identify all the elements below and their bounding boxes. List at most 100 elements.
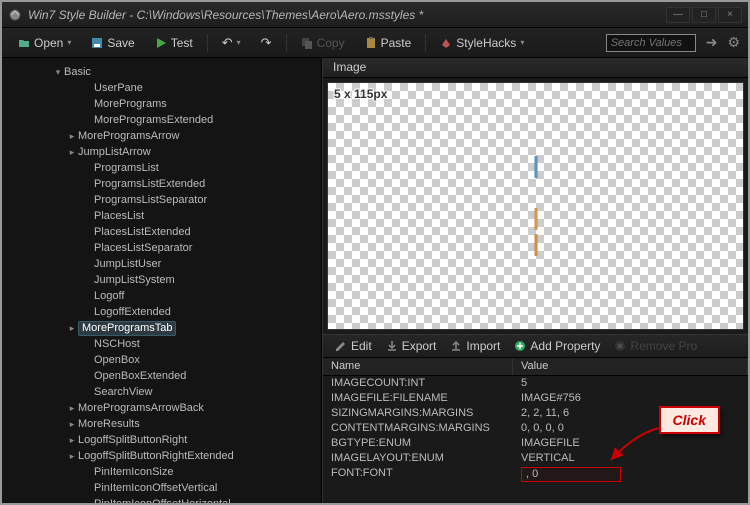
tree-item[interactable]: ▸MoreProgramsArrowBack [10, 400, 321, 416]
tree-item-label: MoreProgramsExtended [94, 112, 213, 128]
tree-item[interactable]: PlacesList [10, 208, 321, 224]
tree-item-label: PinItemIconSize [94, 464, 173, 480]
add-property-button[interactable]: Add Property [508, 337, 606, 355]
tree-item[interactable]: OpenBox [10, 352, 321, 368]
table-row[interactable]: IMAGECOUNT:INT5 [323, 376, 748, 391]
tree-item[interactable]: MoreProgramsExtended [10, 112, 321, 128]
save-button[interactable]: Save [83, 33, 142, 53]
tree-item[interactable]: LogoffExtended [10, 304, 321, 320]
table-row[interactable]: FONT:FONT, 0 [323, 466, 748, 481]
property-name: IMAGECOUNT:INT [323, 376, 513, 391]
close-button[interactable]: × [718, 7, 742, 23]
test-button[interactable]: Test [147, 33, 201, 53]
tree-item[interactable]: PinItemIconSize [10, 464, 321, 480]
column-name[interactable]: Name [323, 358, 513, 375]
property-value[interactable]: IMAGE#756 [513, 391, 748, 406]
property-name: FONT:FONT [323, 466, 513, 481]
tree-item-label: UserPane [94, 80, 143, 96]
column-value[interactable]: Value [513, 358, 748, 375]
copy-button[interactable]: Copy [293, 33, 353, 53]
search-input[interactable] [606, 34, 696, 52]
property-value[interactable]: , 0 [513, 466, 748, 481]
toolbar: Open▾ Save Test ↶▾ ↷ Copy Paste StyleHac… [2, 28, 748, 58]
image-canvas[interactable]: 5 x 115px [327, 82, 744, 330]
tree-item-label: MorePrograms [94, 96, 167, 112]
tree-item-label: JumpListArrow [78, 144, 151, 160]
table-row[interactable]: BGTYPE:ENUMIMAGEFILE [323, 436, 748, 451]
tree-item-label: PlacesListSeparator [94, 240, 192, 256]
minimize-button[interactable]: — [666, 7, 690, 23]
tree-item-label: LogoffSplitButtonRight [78, 432, 187, 448]
tree-item[interactable]: UserPane [10, 80, 321, 96]
tree-item[interactable]: ▸MoreResults [10, 416, 321, 432]
redo-button[interactable]: ↷ [253, 32, 280, 54]
tree-item-label: MoreResults [78, 416, 140, 432]
tree-panel: ▾BasicUserPaneMoreProgramsMoreProgramsEx… [2, 58, 322, 503]
titlebar: Win7 Style Builder - C:\Windows\Resource… [2, 2, 748, 28]
property-name: CONTENTMARGINS:MARGINS [323, 421, 513, 436]
tree-item[interactable]: ▸JumpListArrow [10, 144, 321, 160]
tree-item[interactable]: OpenBoxExtended [10, 368, 321, 384]
maximize-button[interactable]: □ [692, 7, 716, 23]
tree-item[interactable]: ▸MoreProgramsTab [10, 320, 321, 336]
tree-item[interactable]: NSCHost [10, 336, 321, 352]
chevron-right-icon[interactable]: ▸ [66, 432, 78, 448]
tree-item-label: MoreProgramsTab [78, 321, 176, 336]
property-value[interactable]: 5 [513, 376, 748, 391]
paste-button[interactable]: Paste [357, 33, 420, 53]
callout: Click [659, 406, 720, 434]
image-header: Image [323, 58, 748, 78]
chevron-right-icon[interactable]: ▸ [66, 416, 78, 432]
tree-item[interactable]: ▾Basic [10, 64, 321, 80]
chevron-right-icon[interactable]: ▸ [66, 400, 78, 416]
image-preview [534, 154, 537, 258]
edit-button[interactable]: Edit [329, 337, 378, 355]
tree-item-label: ProgramsListSeparator [94, 192, 207, 208]
chevron-right-icon[interactable]: ▸ [66, 128, 78, 144]
tree-item[interactable]: ▸LogoffSplitButtonRight [10, 432, 321, 448]
remove-property-button[interactable]: Remove Pro [608, 337, 703, 355]
chevron-right-icon[interactable]: ▸ [66, 448, 78, 464]
tree-item[interactable]: PlacesListSeparator [10, 240, 321, 256]
tree-item-label: SearchView [94, 384, 153, 400]
tree-item[interactable]: PlacesListExtended [10, 224, 321, 240]
chevron-right-icon[interactable]: ▸ [66, 144, 78, 160]
tree-item[interactable]: ProgramsList [10, 160, 321, 176]
property-name: IMAGELAYOUT:ENUM [323, 451, 513, 466]
window-title: Win7 Style Builder - C:\Windows\Resource… [28, 8, 666, 22]
tree-item-label: LogoffSplitButtonRightExtended [78, 448, 234, 464]
tree-item-label: Logoff [94, 288, 124, 304]
tree-item-label: PlacesListExtended [94, 224, 191, 240]
tree-item[interactable]: SearchView [10, 384, 321, 400]
tree-item-label: MoreProgramsArrowBack [78, 400, 204, 416]
search-go-icon[interactable]: ➜ [706, 34, 718, 51]
tree-item[interactable]: ▸MoreProgramsArrow [10, 128, 321, 144]
tree-item[interactable]: ProgramsListSeparator [10, 192, 321, 208]
settings-icon[interactable]: ⚙ [727, 34, 740, 51]
tree-item[interactable]: ▸LogoffSplitButtonRightExtended [10, 448, 321, 464]
stylehacks-button[interactable]: StyleHacks▾ [432, 33, 532, 53]
import-button[interactable]: Import [444, 337, 506, 355]
chevron-right-icon[interactable]: ▸ [66, 320, 78, 336]
chevron-down-icon[interactable]: ▾ [52, 64, 64, 80]
tree-item-label: NSCHost [94, 336, 140, 352]
tree-item[interactable]: JumpListSystem [10, 272, 321, 288]
tree-item[interactable]: PinItemIconOffsetVertical [10, 480, 321, 496]
open-button[interactable]: Open▾ [10, 33, 79, 53]
tree-item[interactable]: PinItemIconOffsetHorizontal [10, 496, 321, 503]
tree-item-label: MoreProgramsArrow [78, 128, 179, 144]
tree-item-label: JumpListUser [94, 256, 161, 272]
tree-item[interactable]: ProgramsListExtended [10, 176, 321, 192]
tree-item[interactable]: Logoff [10, 288, 321, 304]
tree-item[interactable]: MorePrograms [10, 96, 321, 112]
properties-toolbar: Edit Export Import Add Property Remove P… [323, 334, 748, 358]
tree-item-label: LogoffExtended [94, 304, 171, 320]
export-button[interactable]: Export [380, 337, 443, 355]
table-row[interactable]: IMAGEFILE:FILENAMEIMAGE#756 [323, 391, 748, 406]
tree-item-label: JumpListSystem [94, 272, 175, 288]
property-name: SIZINGMARGINS:MARGINS [323, 406, 513, 421]
tree-item[interactable]: JumpListUser [10, 256, 321, 272]
undo-button[interactable]: ↶▾ [214, 32, 249, 54]
image-dimensions: 5 x 115px [334, 87, 387, 101]
table-row[interactable]: IMAGELAYOUT:ENUMVERTICAL [323, 451, 748, 466]
